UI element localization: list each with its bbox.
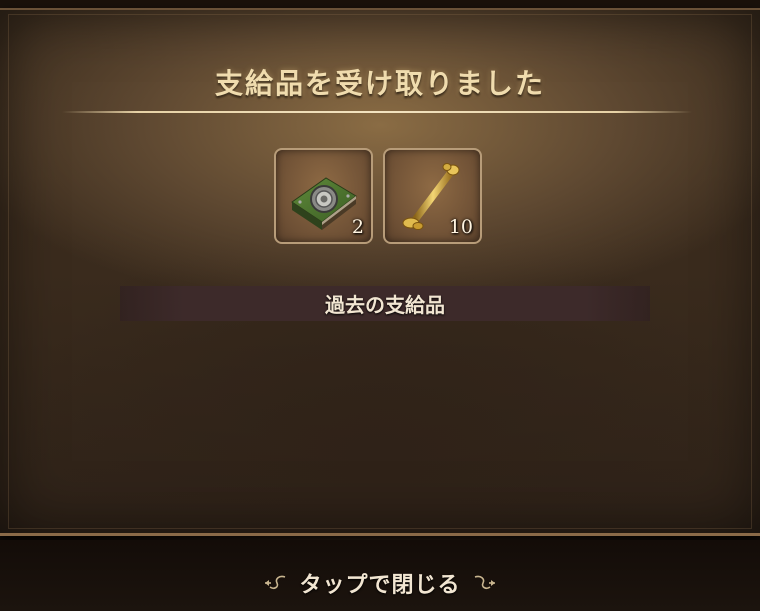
title-divider [62,111,692,113]
ornament-left-icon [265,575,286,590]
close-label: タップで閉じる [299,572,461,598]
ornament-right-icon [474,575,495,590]
tap-to-close-button[interactable]: タップで閉じる [250,565,510,601]
past-supplies-button[interactable]: 過去の支給品 [120,286,650,321]
item-slot-book[interactable]: 2 [274,148,373,244]
item-slot-bone[interactable]: 10 [383,148,482,244]
item-quantity: 2 [351,216,364,238]
dialog-title: 支給品を受け取りました [214,67,545,100]
item-quantity: 10 [448,216,473,238]
